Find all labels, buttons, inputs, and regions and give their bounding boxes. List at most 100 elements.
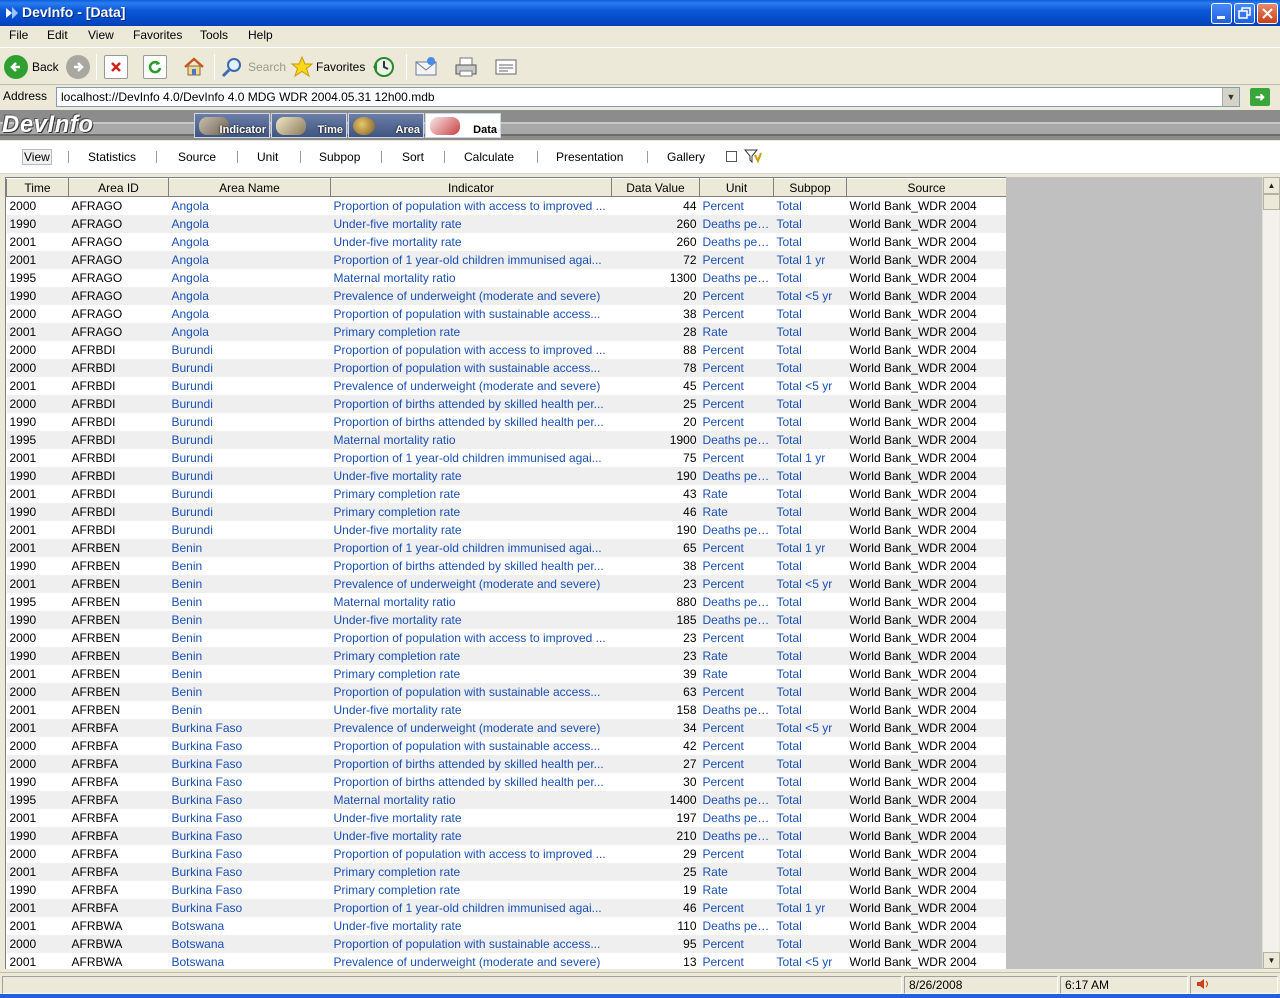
gallery-checkbox[interactable] [726,151,737,162]
subpop-cell[interactable]: Total [773,394,847,413]
column-header-data-value[interactable]: Data Value [611,178,700,197]
time-cell[interactable]: 2000 [6,358,69,377]
area-name-cell[interactable]: Benin [169,701,331,719]
print-button[interactable] [454,53,482,81]
time-cell[interactable]: 1990 [6,826,69,845]
area-id-cell[interactable]: AFRBDI [69,341,169,359]
scroll-down-button[interactable]: ▼ [1263,952,1280,969]
subpop-cell[interactable]: Total <5 yr [773,718,847,737]
unit-cell[interactable]: Percent [700,845,774,863]
subpop-cell[interactable]: Total [773,646,847,665]
indicator-cell[interactable]: Proportion of 1 year-old children immuni… [330,250,612,269]
presentation-button[interactable]: Presentation [556,150,623,164]
subpop-cell[interactable]: Total <5 yr [774,377,847,395]
area-name-cell[interactable]: Benin [168,682,331,701]
area-name-cell[interactable]: Burkina Faso [168,826,331,845]
unit-cell[interactable]: Percent [700,377,774,395]
unit-cell[interactable]: Percent [699,286,774,305]
time-cell[interactable]: 2000 [6,682,69,701]
table-row[interactable]: 2001 AFRBFA Burkina Faso Under-five mortali… [7,808,1006,827]
area-name-cell[interactable]: Benin [169,665,331,683]
data-value-cell[interactable]: 65 [611,538,700,557]
unit-cell[interactable]: Deaths per... [700,809,774,827]
filter-icon[interactable] [743,147,763,167]
source-button[interactable]: Source [178,150,216,164]
area-id-cell[interactable]: AFRAGO [68,322,169,341]
area-name-cell[interactable]: Benin [168,646,331,665]
column-header-source[interactable]: Source [846,178,1006,197]
area-id-cell[interactable]: AFRBEN [69,665,169,683]
edit-button[interactable] [494,53,522,81]
indicator-cell[interactable]: Under-five mortality rate [331,809,612,827]
time-cell[interactable]: 1990 [6,610,69,629]
scroll-thumb[interactable] [1263,194,1280,210]
time-cell[interactable]: 2001 [6,574,69,593]
time-cell[interactable]: 1995 [7,269,69,287]
indicator-cell[interactable]: Prevalence of underweight (moderate and … [331,377,612,395]
table-row[interactable]: 1990 AFRBEN Benin Proportion of births atte… [7,556,1006,575]
table-row[interactable]: 1990 AFRBDI Burundi Under-five mortality ra… [6,466,1006,485]
data-value-cell[interactable]: 39 [612,665,700,683]
favorites-button[interactable]: Favorites [290,53,365,81]
time-cell[interactable]: 2001 [7,953,69,970]
source-cell[interactable]: World Bank_WDR 2004 [846,916,1006,935]
area-id-cell[interactable]: AFRBDI [68,394,169,413]
source-cell[interactable]: World Bank_WDR 2004 [846,214,1006,233]
unit-cell[interactable]: Percent [699,358,774,377]
area-name-cell[interactable]: Burundi [169,341,331,359]
unit-cell[interactable]: Percent [699,898,774,917]
unit-cell[interactable]: Percent [700,557,774,575]
indicator-cell[interactable]: Primary completion rate [330,646,612,665]
indicator-cell[interactable]: Proportion of population with access to … [331,341,612,359]
tab-indicator[interactable]: Indicator [194,113,270,138]
data-value-cell[interactable]: 110 [612,917,700,935]
subpop-cell[interactable]: Total [773,862,847,881]
area-name-cell[interactable]: Benin [169,629,331,647]
subpop-cell[interactable]: Total [774,485,847,503]
table-row[interactable]: 2001 AFRBFA Burkina Faso Primary completion… [6,862,1006,881]
source-cell[interactable]: World Bank_WDR 2004 [846,448,1006,467]
area-id-cell[interactable]: AFRAGO [69,197,169,215]
time-cell[interactable]: 2000 [6,934,69,953]
vertical-scrollbar[interactable]: ▲ ▼ [1262,177,1280,970]
menu-edit[interactable]: Edit [47,28,68,42]
subpop-cell[interactable]: Total [774,701,847,719]
indicator-cell[interactable]: Under-five mortality rate [330,826,612,845]
unit-button[interactable]: Unit [257,150,278,164]
unit-cell[interactable]: Rate [699,322,774,341]
area-name-cell[interactable]: Burkina Faso [169,773,331,791]
subpop-cell[interactable]: Total [774,521,847,539]
table-row[interactable]: 2000 AFRAGO Angola Proportion of population… [7,304,1006,323]
title-bar[interactable]: DevInfo - [Data] [0,0,1280,26]
table-row[interactable]: 2001 AFRBEN Benin Prevalence of underweight… [6,574,1006,593]
time-cell[interactable]: 2001 [6,862,69,881]
indicator-cell[interactable]: Proportion of births attended by skilled… [330,394,612,413]
unit-cell[interactable]: Percent [699,718,774,737]
time-cell[interactable]: 2000 [7,341,69,359]
time-cell[interactable]: 2000 [7,305,69,323]
indicator-cell[interactable]: Prevalence of underweight (moderate and … [330,718,612,737]
table-row[interactable]: 2001 AFRBDI Burundi Primary completion rate… [7,484,1006,503]
speaker-icon[interactable] [1195,977,1211,991]
unit-cell[interactable]: Deaths per... [700,593,774,611]
source-cell[interactable]: World Bank_WDR 2004 [846,682,1006,701]
data-value-cell[interactable]: 42 [612,737,700,755]
area-name-cell[interactable]: Burkina Faso [168,754,331,773]
area-id-cell[interactable]: AFRBDI [68,430,169,449]
unit-cell[interactable]: Deaths per... [699,466,774,485]
area-id-cell[interactable]: AFRBEN [69,629,169,647]
data-value-cell[interactable]: 23 [611,574,700,593]
unit-cell[interactable]: Deaths per... [700,233,774,251]
stop-button[interactable] [104,53,132,81]
indicator-cell[interactable]: Proportion of births attended by skilled… [331,557,612,575]
source-cell[interactable]: World Bank_WDR 2004 [846,808,1006,827]
refresh-button[interactable] [143,53,171,81]
time-cell[interactable]: 2000 [6,754,69,773]
source-cell[interactable]: World Bank_WDR 2004 [846,196,1006,215]
column-header-subpop[interactable]: Subpop [773,178,847,197]
unit-cell[interactable]: Deaths per... [699,214,774,233]
area-name-cell[interactable]: Benin [168,610,331,629]
data-value-cell[interactable]: 75 [612,449,700,467]
unit-cell[interactable]: Percent [700,449,774,467]
table-row[interactable]: 1995 AFRBEN Benin Maternal mortality ratio 8… [7,592,1006,611]
